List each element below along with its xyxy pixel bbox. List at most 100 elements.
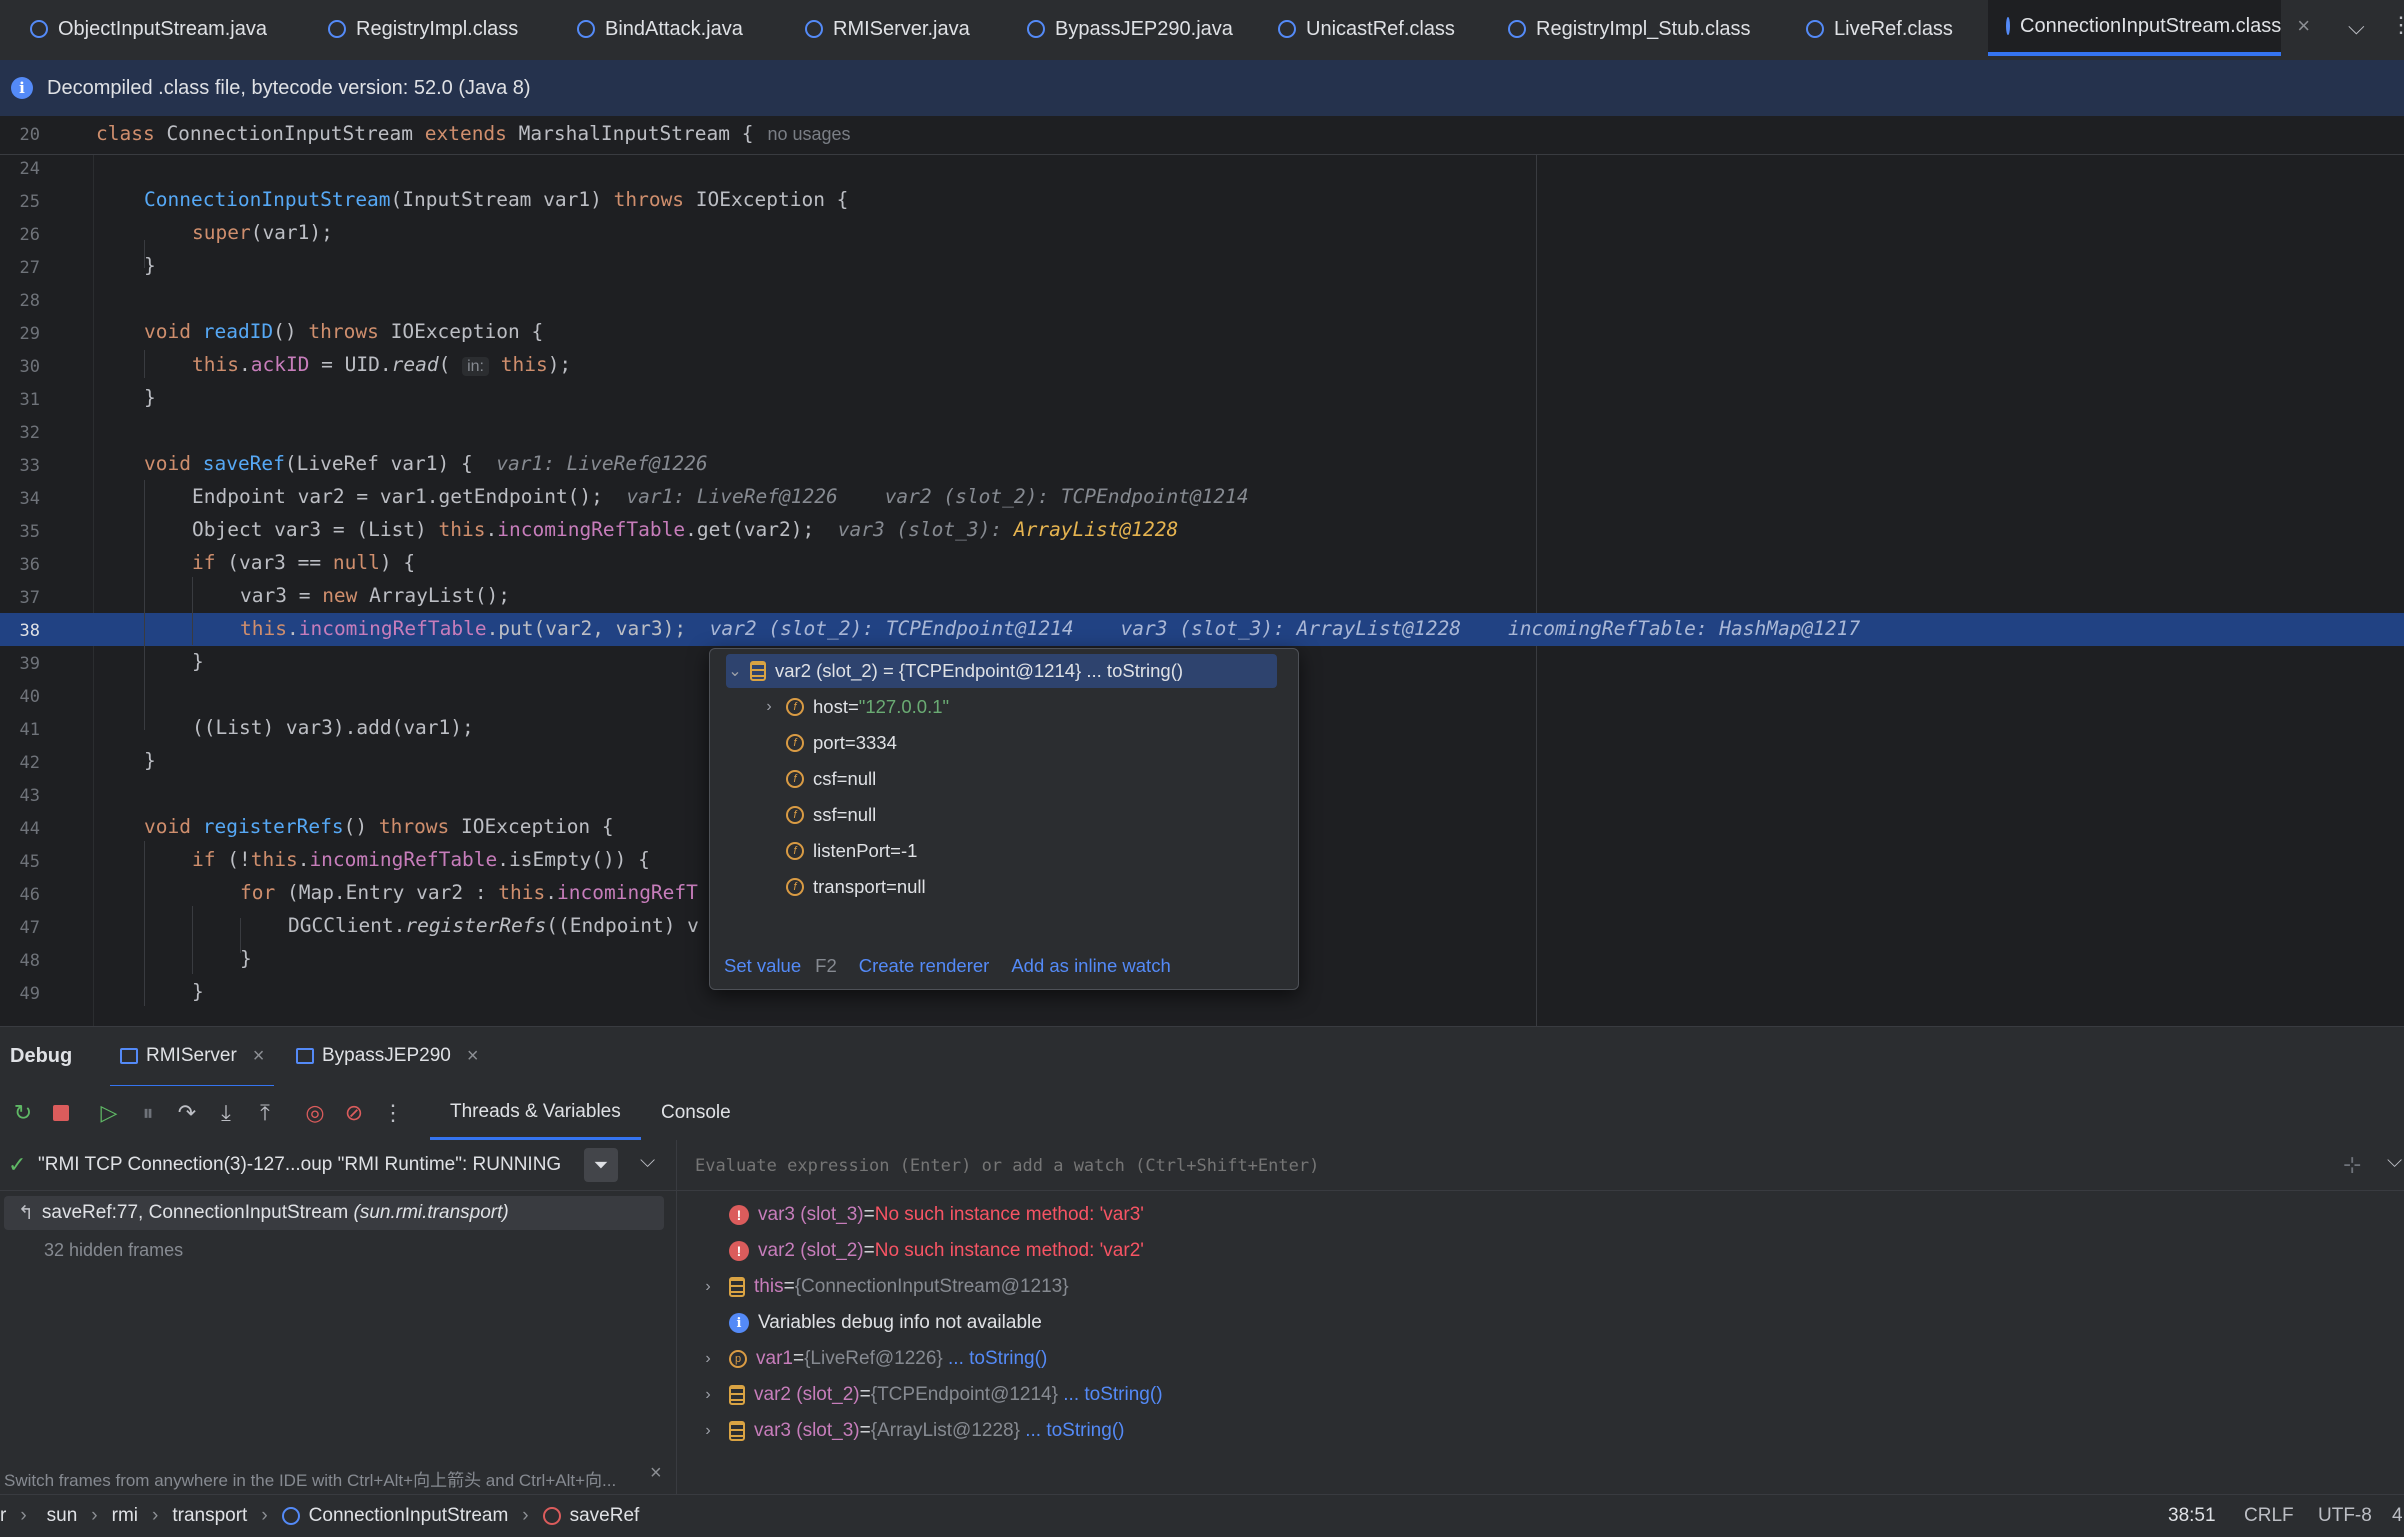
info-icon: i — [729, 1313, 749, 1333]
tostring-link[interactable]: ... toString() — [1063, 1384, 1162, 1406]
close-icon[interactable]: × — [650, 1462, 662, 1485]
more-icon[interactable]: ⋮ — [2390, 12, 2404, 38]
class-icon — [805, 20, 823, 38]
chevron-right-icon[interactable]: › — [760, 698, 778, 716]
chevron-right-icon[interactable]: › — [699, 1422, 717, 1440]
pause-icon[interactable]: ⏸ — [135, 1100, 161, 1126]
frame-method: saveRef:77, ConnectionInputStream — [41, 1202, 349, 1223]
breadcrumb-item[interactable]: transport — [172, 1505, 247, 1527]
thread-selector[interactable]: "RMI TCP Connection(3)-127...oup "RMI Ru… — [38, 1154, 561, 1176]
view-breakpoints-icon[interactable]: ◎ — [302, 1100, 328, 1126]
step-into-icon[interactable]: ⤓ — [213, 1100, 239, 1126]
step-over-icon[interactable]: ↷ — [174, 1100, 200, 1126]
step-out-icon[interactable]: ⤒ — [252, 1100, 278, 1126]
chevron-right-icon[interactable]: › — [699, 1350, 717, 1368]
breadcrumb-item[interactable]: rmi — [112, 1505, 138, 1527]
breadcrumb-item[interactable]: sun — [47, 1505, 78, 1527]
field-equals: = — [890, 840, 901, 861]
tab-console[interactable]: Console — [661, 1086, 731, 1140]
session-tab-bypassjep290[interactable]: BypassJEP290 × — [296, 1027, 479, 1085]
popup-field-ssf[interactable]: f ssf = null — [786, 798, 876, 832]
variable-row-var3[interactable]: › var3 (slot_3) = {ArrayList@1228} ... t… — [699, 1414, 1124, 1448]
class-icon — [281, 1507, 300, 1525]
tab-registryimpl-stub[interactable]: RegistryImpl_Stub.class — [1508, 0, 1751, 58]
create-renderer-link[interactable]: Create renderer — [859, 955, 990, 977]
tab-rmiserver[interactable]: RMIServer.java — [805, 0, 970, 58]
popup-field-port[interactable]: f port = 3334 — [786, 726, 897, 760]
check-icon: ✓ — [8, 1152, 27, 1177]
popup-field-listenport[interactable]: f listenPort = -1 — [786, 834, 917, 868]
indent-guide — [192, 577, 193, 645]
hidden-frames-label[interactable]: 32 hidden frames — [44, 1240, 183, 1261]
variable-row-var2[interactable]: › var2 (slot_2) = {TCPEndpoint@1214} ...… — [699, 1378, 1163, 1412]
indent-guide — [144, 350, 145, 378]
mute-breakpoints-icon[interactable]: ⊘ — [341, 1100, 367, 1126]
breadcrumb-item[interactable]: r — [0, 1505, 6, 1527]
indent-setting[interactable]: 4 — [2392, 1505, 2403, 1527]
add-inline-watch-link[interactable]: Add as inline watch — [1011, 955, 1170, 977]
more-icon[interactable]: ⋮ — [380, 1100, 406, 1126]
stop-icon[interactable] — [48, 1100, 74, 1126]
line-separator[interactable]: CRLF — [2244, 1505, 2294, 1527]
line-number: 30 — [19, 357, 40, 377]
set-value-link[interactable]: Set value — [724, 955, 801, 977]
popup-root-tostring[interactable]: ... toString() — [1086, 660, 1183, 682]
rerun-icon[interactable]: ↻ — [10, 1100, 36, 1126]
frame-row-selected[interactable]: ↰ saveRef:77, ConnectionInputStream (sun… — [4, 1196, 664, 1230]
variable-name: var3 (slot_3) — [754, 1420, 860, 1441]
caret-position[interactable]: 38:51 — [2168, 1505, 2216, 1527]
breadcrumb-item[interactable]: saveRef — [570, 1505, 640, 1527]
close-icon[interactable]: × — [2297, 13, 2310, 39]
variable-row-this[interactable]: › this = {ConnectionInputStream@1213} — [699, 1270, 1069, 1304]
variable-row-var1[interactable]: › p var1 = {LiveRef@1226} ... toString() — [699, 1342, 1047, 1376]
chevron-down-icon[interactable]: ⌵ — [2348, 14, 2365, 40]
popup-field-transport[interactable]: f transport = null — [786, 870, 926, 904]
field-name: listenPort — [813, 840, 891, 861]
tab-liveref[interactable]: LiveRef.class — [1806, 0, 1953, 58]
popup-field-csf[interactable]: f csf = null — [786, 762, 876, 796]
file-encoding[interactable]: UTF-8 — [2318, 1505, 2372, 1527]
popup-footer: Set value F2 Create renderer Add as inli… — [724, 955, 1193, 977]
popup-field-host[interactable]: › f host = "127.0.0.1" — [760, 690, 949, 724]
tab-bypassjep290[interactable]: BypassJEP290.java — [1027, 0, 1233, 58]
method-icon — [542, 1507, 561, 1525]
variable-row-error[interactable]: ! var3 (slot_3) = No such instance metho… — [729, 1198, 1144, 1232]
add-watch-icon[interactable]: ⊹ — [2343, 1152, 2361, 1178]
variable-row-error[interactable]: ! var2 (slot_2) = No such instance metho… — [729, 1234, 1144, 1268]
evaluate-expression-input[interactable] — [693, 1150, 2297, 1182]
tab-objectinputstream[interactable]: ObjectInputStream.java — [30, 0, 267, 58]
tostring-link[interactable]: ... toString() — [1025, 1420, 1124, 1442]
line-number: 28 — [19, 291, 40, 311]
line-number: 41 — [19, 720, 40, 740]
tab-threads-variables[interactable]: Threads & Variables — [430, 1086, 641, 1140]
breadcrumb-item[interactable]: ConnectionInputStream — [309, 1505, 509, 1527]
sticky-class-header: 20 class ConnectionInputStream extends M… — [0, 116, 2404, 155]
tostring-link[interactable]: ... toString() — [948, 1348, 1047, 1370]
chevron-right-icon[interactable]: › — [699, 1386, 717, 1404]
tab-connectioninputstream[interactable]: ConnectionInputStream.class × — [1988, 0, 2310, 56]
inline-value-hint: var3 (slot_3): — [837, 518, 1014, 541]
tab-unicastref[interactable]: UnicastRef.class — [1278, 0, 1455, 58]
session-tab-rmiserver[interactable]: RMIServer × — [110, 1027, 275, 1088]
resume-icon[interactable]: ▷ — [96, 1100, 122, 1126]
code-line-48: } — [240, 947, 252, 970]
popup-root-row[interactable]: ⌄ var2 (slot_2) = {TCPEndpoint@1214} ...… — [726, 654, 1277, 688]
tab-bindattack[interactable]: BindAttack.java — [577, 0, 743, 58]
chevron-right-icon[interactable]: › — [699, 1278, 717, 1296]
chevron-right-icon: › — [522, 1505, 529, 1526]
chevron-down-icon[interactable]: ⌵ — [640, 1150, 655, 1173]
chevron-down-icon[interactable]: ⌵ — [2387, 1150, 2402, 1173]
close-icon[interactable]: × — [467, 1045, 479, 1068]
class-icon — [1806, 20, 1824, 38]
line-number: 31 — [19, 390, 40, 410]
close-icon[interactable]: × — [253, 1045, 265, 1068]
right-margin-guide — [1536, 154, 1537, 1026]
transient-field-icon: f — [786, 770, 804, 788]
chevron-down-icon[interactable]: ⌄ — [726, 661, 744, 681]
filter-icon[interactable]: ⏷ — [584, 1148, 618, 1182]
tab-registryimpl[interactable]: RegistryImpl.class — [328, 0, 518, 58]
code-line-37: var3 = new ArrayList(); — [240, 584, 511, 607]
field-icon: f — [786, 878, 804, 896]
breadcrumb: r › sun › rmi › transport › ConnectionIn… — [0, 1505, 639, 1527]
line-number: 34 — [19, 489, 40, 509]
